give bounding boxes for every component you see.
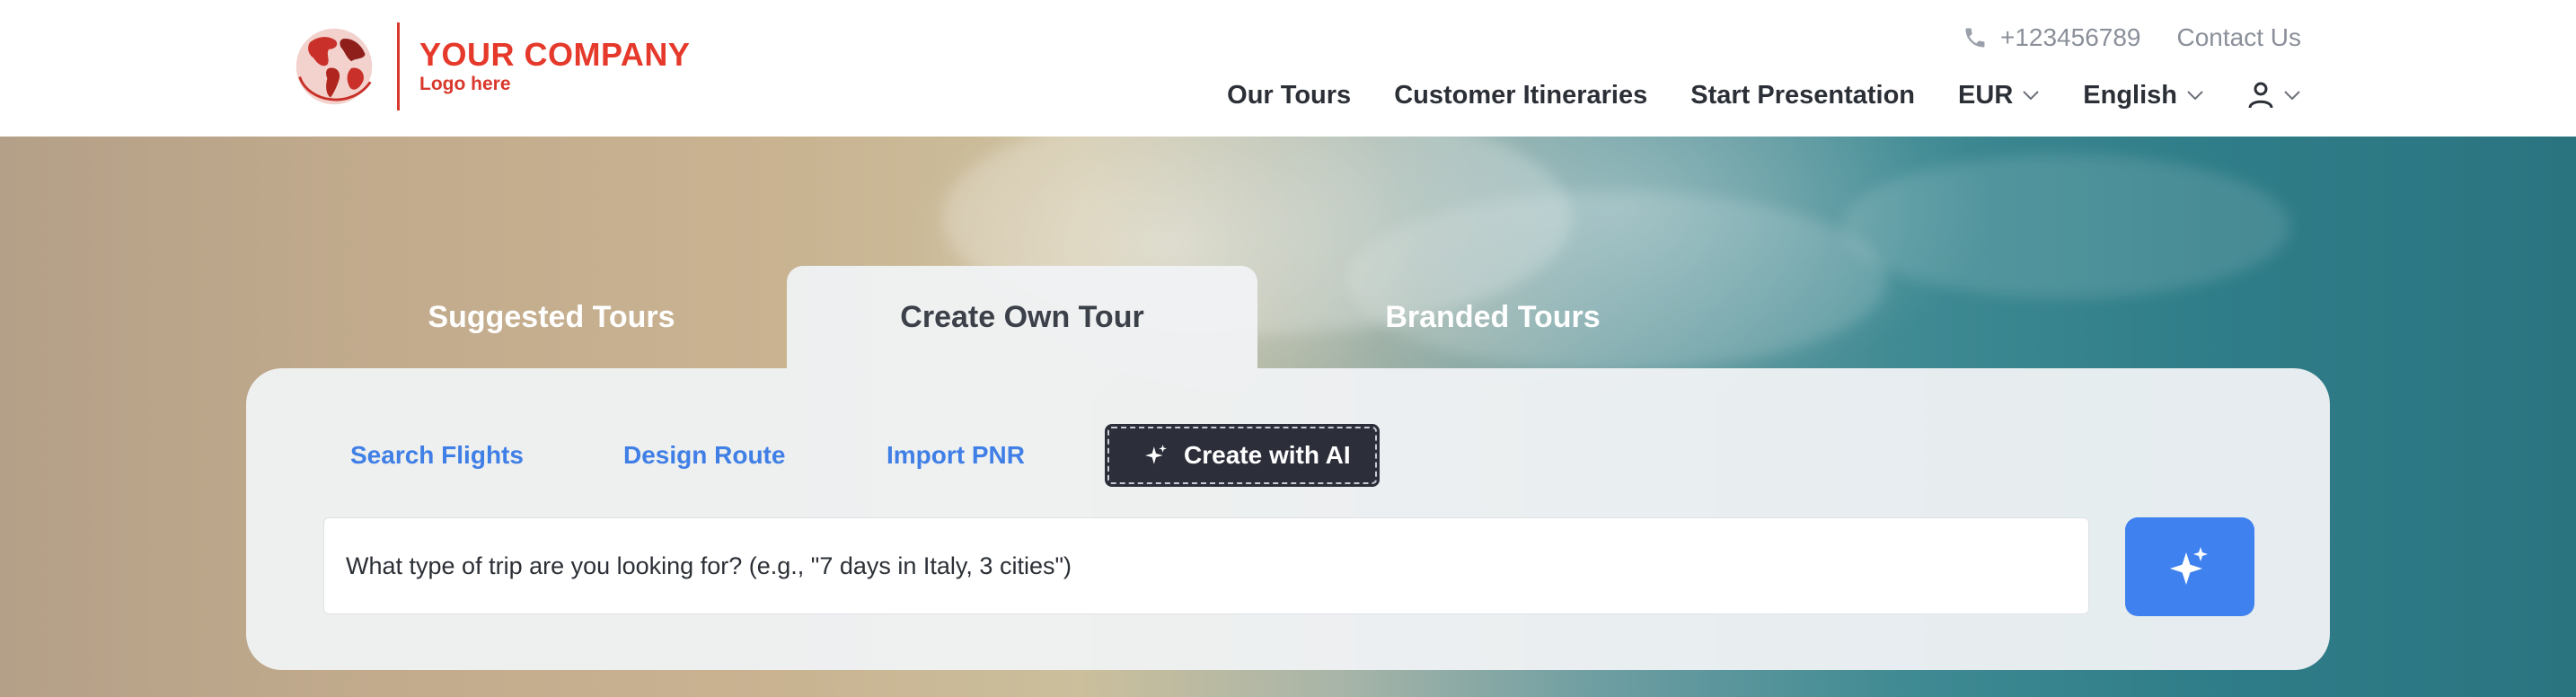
ai-trip-prompt-input[interactable]: What type of trip are you looking for? (…: [323, 517, 2089, 614]
chevron-down-icon: [2284, 91, 2300, 101]
logo-company-name: YOUR COMPANY: [419, 36, 691, 73]
language-dropdown[interactable]: English: [2083, 81, 2204, 110]
logo-text: YOUR COMPANY Logo here: [419, 37, 690, 96]
nav-start-presentation[interactable]: Start Presentation: [1690, 81, 1915, 110]
user-icon: [2248, 82, 2273, 109]
user-menu[interactable]: [2247, 81, 2301, 110]
hero-section: Suggested Tours Create Own Tour Branded …: [0, 137, 2576, 697]
phone-number: +123456789: [1999, 23, 2141, 51]
tour-tabs: Suggested Tours Create Own Tour Branded …: [316, 266, 1728, 368]
currency-label: EUR: [1958, 80, 2014, 110]
subtab-search-flights[interactable]: Search Flights: [350, 424, 524, 487]
nav-our-tours[interactable]: Our Tours: [1227, 81, 1351, 110]
hero-background-texture: [1841, 154, 2290, 298]
tab-create-own-tour[interactable]: Create Own Tour: [787, 266, 1257, 368]
logo-divider: [397, 22, 400, 110]
subtab-design-route[interactable]: Design Route: [623, 424, 785, 487]
phone-link[interactable]: +123456789: [1963, 23, 2141, 52]
top-contact-bar: +123456789 Contact Us: [1963, 18, 2301, 57]
ai-trip-prompt-text: What type of trip are you looking for? (…: [346, 551, 1072, 579]
contact-us-link[interactable]: Contact Us: [2177, 23, 2302, 52]
logo-tagline: Logo here: [419, 74, 511, 94]
sparkle-icon: [1145, 445, 1167, 464]
phone-icon: [1965, 28, 1985, 48]
subtab-create-with-ai-label: Create with AI: [1184, 441, 1351, 469]
main-nav: Our Tours Customer Itineraries Start Pre…: [1227, 74, 2301, 117]
chevron-down-icon: [2023, 91, 2039, 101]
subtab-import-pnr[interactable]: Import PNR: [887, 424, 1025, 487]
sparkle-icon: [2170, 547, 2208, 585]
chevron-down-icon: [2187, 91, 2203, 101]
subtab-create-with-ai[interactable]: Create with AI: [1105, 424, 1380, 487]
nav-start-presentation-label: Start Presentation: [1690, 80, 1916, 110]
nav-customer-itineraries[interactable]: Customer Itineraries: [1394, 81, 1647, 110]
globe-logo-icon: [296, 28, 373, 105]
language-label: English: [2083, 80, 2177, 110]
tab-branded-tours[interactable]: Branded Tours: [1257, 266, 1728, 368]
create-tour-panel: Search Flights Design Route Import PNR C…: [246, 368, 2330, 670]
create-mode-subtabs: Search Flights Design Route Import PNR C…: [246, 424, 2330, 487]
tab-suggested-tours[interactable]: Suggested Tours: [316, 266, 787, 368]
site-header: YOUR COMPANY Logo here +123456789 Contac…: [0, 0, 2576, 137]
nav-our-tours-label: Our Tours: [1227, 80, 1352, 110]
currency-dropdown[interactable]: EUR: [1958, 81, 2040, 110]
nav-customer-itineraries-label: Customer Itineraries: [1394, 80, 1648, 110]
company-logo[interactable]: YOUR COMPANY Logo here: [291, 22, 690, 111]
generate-ai-button[interactable]: [2125, 517, 2254, 616]
